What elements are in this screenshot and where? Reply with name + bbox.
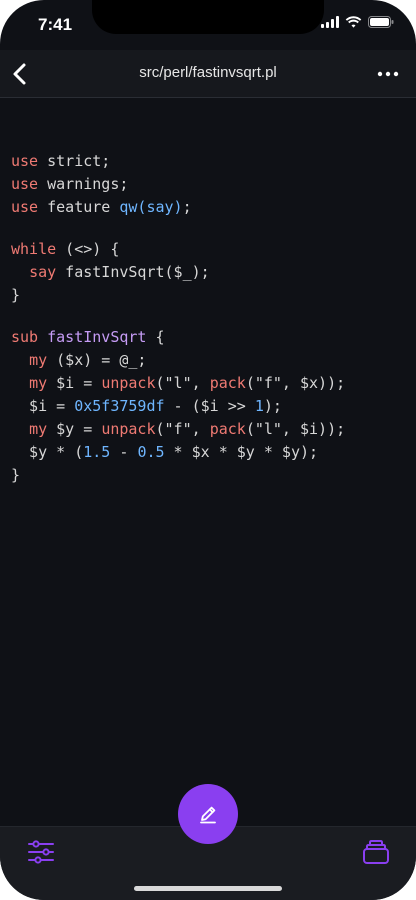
code-token: strict; xyxy=(38,152,111,170)
code-token: - xyxy=(110,443,138,461)
code-line: } xyxy=(11,464,408,487)
code-token: fastInvSqrt($_); xyxy=(56,263,210,281)
status-bar: 7:41 xyxy=(0,0,416,50)
more-options-button[interactable] xyxy=(374,59,402,89)
code-line: my $i = unpack("l", pack("f", $x)); xyxy=(11,372,408,395)
signal-icon xyxy=(321,16,339,28)
keyword-token: my xyxy=(29,351,48,369)
code-token: (<>) { xyxy=(56,240,120,258)
code-line: my $y = unpack("f", pack("l", $i)); xyxy=(11,418,408,441)
battery-icon xyxy=(368,16,394,28)
code-token: $y * ( xyxy=(11,443,84,461)
chevron-left-icon xyxy=(13,63,26,85)
edit-button[interactable] xyxy=(178,784,238,844)
keyword-token: while xyxy=(11,240,57,258)
code-token: ("f", $x)); xyxy=(245,374,346,392)
number-token: 1.5 xyxy=(83,443,111,461)
settings-button[interactable] xyxy=(26,839,56,865)
keyword-token: use xyxy=(11,175,39,193)
navigation-bar: src/perl/fastinvsqrt.pl xyxy=(0,50,416,98)
code-line: sub fastInvSqrt { xyxy=(11,326,408,349)
code-token: ("l", xyxy=(155,374,210,392)
builtin-token: qw(say) xyxy=(119,198,183,216)
pencil-icon xyxy=(200,806,216,824)
keyword-token: unpack xyxy=(101,374,156,392)
code-token: * $x * $y * $y); xyxy=(164,443,319,461)
keyword-token: sub xyxy=(11,328,39,346)
code-editor[interactable]: use strict; use warnings; use feature qw(s… xyxy=(11,150,408,487)
keyword-token: my xyxy=(29,420,48,438)
keyword-token: my xyxy=(29,374,48,392)
code-token: - ($i >> xyxy=(164,397,255,415)
number-token: 1 xyxy=(254,397,264,415)
keyword-token: pack xyxy=(209,420,246,438)
code-token: ($x) = @_; xyxy=(47,351,147,369)
code-line: $y * (1.5 - 0.5 * $x * $y * $y); xyxy=(11,441,408,464)
code-token: ; xyxy=(182,198,192,216)
code-token: $i = xyxy=(47,374,102,392)
wifi-icon xyxy=(345,16,362,28)
keyword-token: pack xyxy=(209,374,246,392)
code-token: } xyxy=(11,286,21,304)
code-token: { xyxy=(146,328,165,346)
home-indicator xyxy=(134,886,282,891)
keyword-token: use xyxy=(11,152,39,170)
sliders-icon xyxy=(28,840,54,864)
code-line: say fastInvSqrt($_); xyxy=(11,261,408,284)
code-token: warnings; xyxy=(38,175,129,193)
back-button[interactable] xyxy=(6,59,36,89)
code-token: } xyxy=(11,466,21,484)
code-line: $i = 0x5f3759df - ($i >> 1); xyxy=(11,395,408,418)
code-line: use feature qw(say); xyxy=(11,196,408,219)
number-token: 0x5f3759df xyxy=(74,397,165,415)
code-token: $i = xyxy=(11,397,75,415)
code-token: feature xyxy=(38,198,120,216)
number-token: 0.5 xyxy=(137,443,165,461)
keyword-token: say xyxy=(29,263,57,281)
status-icons xyxy=(321,16,394,28)
code-token: ); xyxy=(263,397,282,415)
keyword-token: use xyxy=(11,198,39,216)
library-button[interactable] xyxy=(362,838,390,866)
status-time: 7:41 xyxy=(38,15,73,34)
code-line: use warnings; xyxy=(11,173,408,196)
file-path-title: src/perl/fastinvsqrt.pl xyxy=(139,64,277,81)
code-token: $y = xyxy=(47,420,102,438)
code-token: ("l", $i)); xyxy=(245,420,346,438)
phone-screen: 7:41 src/perl/fastinvsqrt.pl use strict;… xyxy=(0,0,416,900)
keyword-token: unpack xyxy=(101,420,156,438)
function-name-token: fastInvSqrt xyxy=(47,328,147,346)
code-line: while (<>) { xyxy=(11,238,408,261)
code-token: ("f", xyxy=(155,420,210,438)
device-notch xyxy=(92,0,324,34)
code-line: use strict; xyxy=(11,150,408,173)
stack-icon xyxy=(363,840,389,864)
code-line: } xyxy=(11,284,408,307)
code-line: my ($x) = @_; xyxy=(11,349,408,372)
more-horizontal-icon xyxy=(377,71,399,77)
